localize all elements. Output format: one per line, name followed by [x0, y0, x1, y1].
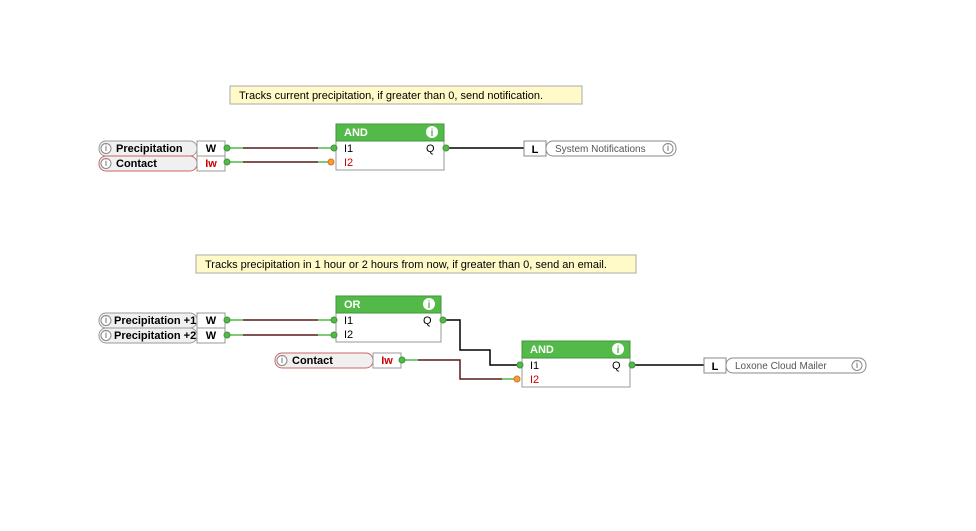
output-notif-L: L: [532, 144, 539, 156]
input-precipitation-1-pin: W: [206, 315, 217, 327]
gate-and-2[interactable]: AND i I1 I2 Q: [514, 341, 635, 387]
description-bottom-text: Tracks precipitation in 1 hour or 2 hour…: [205, 259, 607, 271]
gate-or-1-i1: I1: [344, 315, 353, 327]
svg-text:i: i: [281, 355, 283, 365]
svg-text:i: i: [617, 345, 620, 356]
input-precipitation-1-label: Precipitation +1: [114, 315, 196, 327]
output-notif-label: System Notifications: [555, 144, 646, 155]
gate-or-1-i2: I2: [344, 329, 353, 341]
gate-and-1-q: Q: [426, 143, 435, 155]
input-precipitation-2-pin: W: [206, 330, 217, 342]
input-contact-2-label: Contact: [292, 355, 333, 367]
output-mailer-label: Loxone Cloud Mailer: [735, 361, 827, 372]
gate-or-1-title: OR: [344, 299, 361, 311]
gate-and-2-i2: I2: [530, 374, 539, 386]
input-precipitation-1[interactable]: i Precipitation +1 W: [99, 313, 230, 328]
output-mailer-L: L: [712, 361, 719, 373]
input-contact-2[interactable]: i Contact Iw: [275, 353, 405, 368]
input-contact-label: Contact: [116, 158, 157, 170]
input-precipitation-2-label: Precipitation +2: [114, 330, 196, 342]
output-loxone-cloud-mailer[interactable]: L Loxone Cloud Mailer i: [704, 358, 866, 373]
gate-and-1-title: AND: [344, 127, 368, 139]
input-contact[interactable]: i Contact Iw: [99, 156, 230, 171]
svg-text:i: i: [105, 330, 107, 340]
description-top-text: Tracks current precipitation, if greater…: [239, 90, 543, 102]
svg-text:i: i: [105, 143, 107, 153]
gate-or-1-q: Q: [423, 315, 432, 327]
input-contact-2-pin: Iw: [381, 355, 393, 367]
svg-text:i: i: [105, 315, 107, 325]
gate-and-1-i2: I2: [344, 157, 353, 169]
svg-text:i: i: [856, 360, 858, 370]
gate-and-2-title: AND: [530, 344, 554, 356]
gate-and-2-i1: I1: [530, 360, 539, 372]
svg-text:i: i: [428, 300, 431, 311]
description-bottom: Tracks precipitation in 1 hour or 2 hour…: [196, 255, 636, 273]
input-precipitation-pin: W: [206, 143, 217, 155]
input-precipitation-2[interactable]: i Precipitation +2 W: [99, 328, 230, 343]
gate-and-1[interactable]: AND i I1 I2 Q: [328, 124, 449, 170]
input-precipitation-label: Precipitation: [116, 143, 183, 155]
input-contact-pin: Iw: [205, 158, 217, 170]
gate-or-1[interactable]: OR i I1 I2 Q: [331, 296, 446, 342]
svg-text:i: i: [667, 143, 669, 153]
output-system-notifications[interactable]: L System Notifications i: [524, 141, 676, 156]
input-precipitation[interactable]: i Precipitation W: [99, 141, 230, 156]
svg-text:i: i: [431, 128, 434, 139]
description-top: Tracks current precipitation, if greater…: [230, 86, 582, 104]
gate-and-2-q: Q: [612, 360, 621, 372]
svg-text:i: i: [105, 158, 107, 168]
gate-and-1-i1: I1: [344, 143, 353, 155]
